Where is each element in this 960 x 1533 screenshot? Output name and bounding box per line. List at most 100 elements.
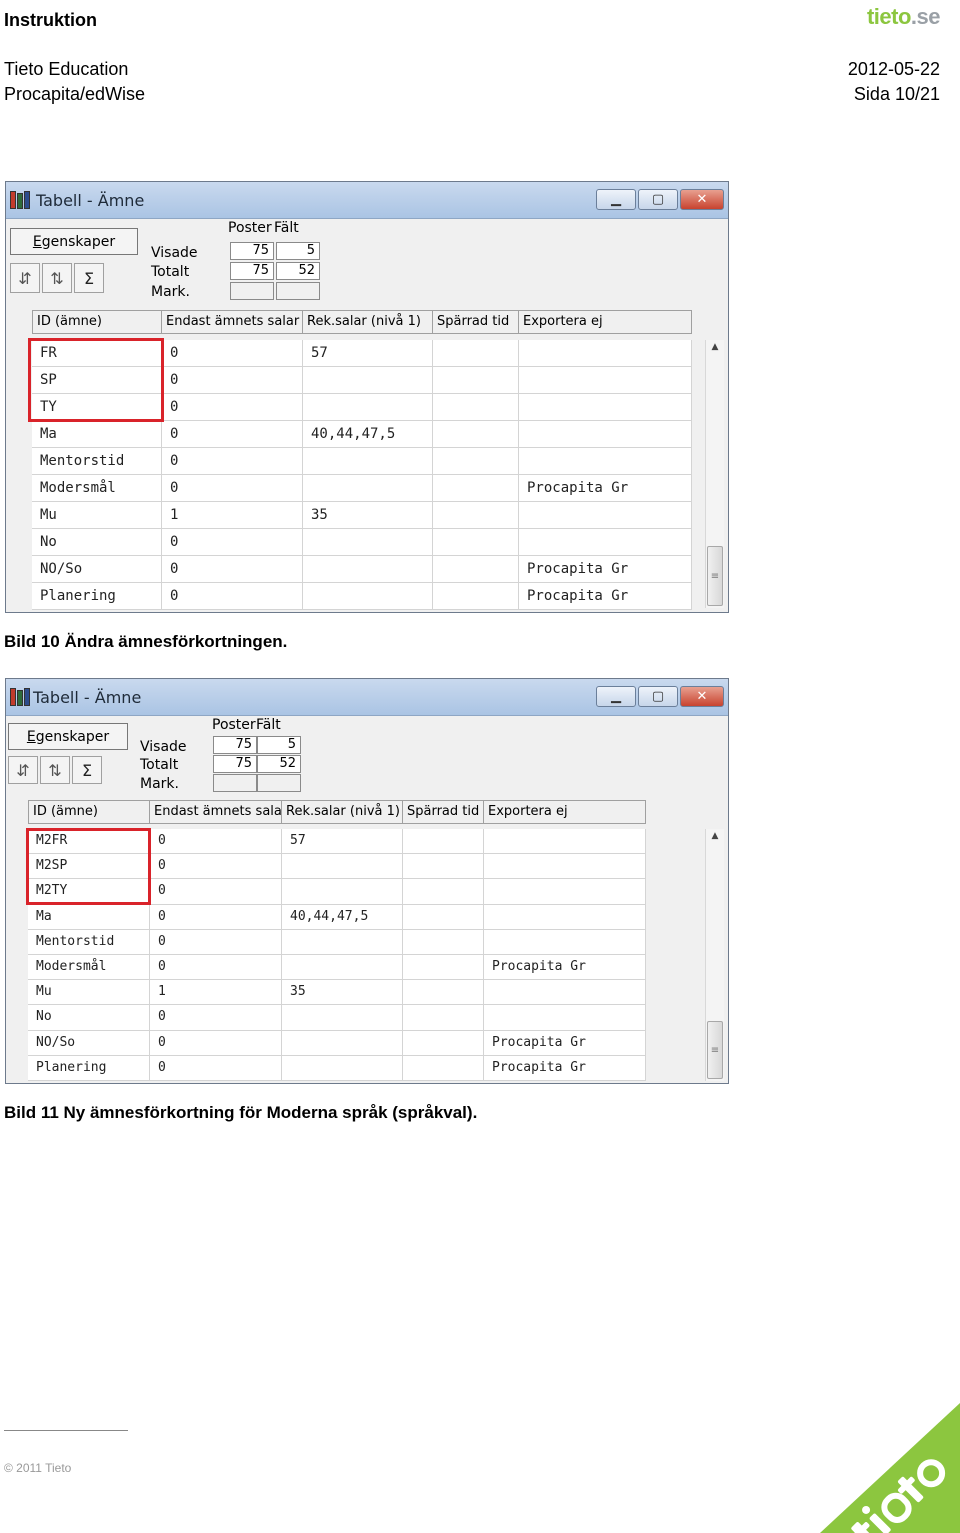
cell-id[interactable]: NO/So xyxy=(32,556,162,583)
cell-reksalar[interactable]: 35 xyxy=(303,502,433,529)
cell-endast[interactable]: 0 xyxy=(150,1055,282,1081)
cell-endast[interactable]: 0 xyxy=(162,421,303,448)
close-icon[interactable]: ✕ xyxy=(680,686,724,707)
cell-endast[interactable]: 0 xyxy=(162,448,303,475)
cell-endast[interactable]: 0 xyxy=(162,529,303,556)
cell-endast[interactable]: 0 xyxy=(150,954,282,981)
table-row[interactable]: Mu 1 35 xyxy=(28,980,646,1006)
minimize-icon[interactable]: ▁ xyxy=(596,686,636,707)
table-row[interactable]: Mentorstid 0 xyxy=(28,929,646,955)
minimize-icon[interactable]: ▁ xyxy=(596,189,636,210)
cell-reksalar[interactable]: 40,44,47,5 xyxy=(303,421,433,448)
cell-sparrad[interactable] xyxy=(403,904,484,930)
cell-reksalar[interactable] xyxy=(303,583,433,610)
cell-exportera[interactable] xyxy=(484,1005,646,1031)
sort-icon[interactable]: ⇵ xyxy=(8,756,38,784)
cell-sparrad[interactable] xyxy=(433,448,519,475)
close-icon[interactable]: ✕ xyxy=(680,189,724,210)
title-bar[interactable]: Tabell - Ämne ▁ ▢ ✕ xyxy=(6,182,728,219)
vertical-scrollbar[interactable]: ▲ ≡ xyxy=(705,340,724,608)
cell-id[interactable]: Mu xyxy=(28,980,150,1006)
table-row[interactable]: No 0 xyxy=(28,1005,646,1031)
column-header-id[interactable]: ID (ämne) xyxy=(28,800,150,824)
cell-exportera[interactable]: Procapita Gr xyxy=(484,1030,646,1056)
cell-sparrad[interactable] xyxy=(433,475,519,502)
column-header-endast[interactable]: Endast ämnets salar xyxy=(150,800,282,824)
cell-id[interactable]: Modersmål xyxy=(32,475,162,502)
cell-exportera[interactable] xyxy=(519,340,692,367)
column-header-reksalar[interactable]: Rek.salar (nivå 1) xyxy=(303,310,433,334)
cell-reksalar[interactable]: 35 xyxy=(282,980,403,1006)
cell-sparrad[interactable] xyxy=(433,583,519,610)
scroll-up-icon[interactable]: ▲ xyxy=(706,831,724,841)
column-header-exportera[interactable]: Exportera ej xyxy=(519,310,692,334)
cell-id[interactable]: Ma xyxy=(32,421,162,448)
cell-reksalar[interactable] xyxy=(303,475,433,502)
column-header-reksalar[interactable]: Rek.salar (nivå 1) xyxy=(282,800,403,824)
cell-exportera[interactable] xyxy=(519,394,692,421)
cell-reksalar[interactable] xyxy=(303,394,433,421)
column-header-exportera[interactable]: Exportera ej xyxy=(484,800,646,824)
properties-button[interactable]: Egenskaper xyxy=(10,228,138,255)
table-row[interactable]: NO/So 0 Procapita Gr xyxy=(28,1030,646,1056)
scroll-up-icon[interactable]: ▲ xyxy=(706,342,724,352)
cell-endast[interactable]: 0 xyxy=(150,1005,282,1031)
sum-icon[interactable]: Σ xyxy=(72,756,102,784)
cell-exportera[interactable]: Procapita Gr xyxy=(519,583,692,610)
cell-endast[interactable]: 0 xyxy=(162,583,303,610)
cell-id[interactable]: No xyxy=(28,1005,150,1031)
cell-exportera[interactable] xyxy=(519,502,692,529)
cell-exportera[interactable]: Procapita Gr xyxy=(484,954,646,981)
cell-sparrad[interactable] xyxy=(403,854,484,880)
cell-endast[interactable]: 0 xyxy=(162,367,303,394)
cell-reksalar[interactable] xyxy=(303,367,433,394)
cell-endast[interactable]: 1 xyxy=(150,980,282,1006)
cell-reksalar[interactable] xyxy=(282,1005,403,1031)
cell-sparrad[interactable] xyxy=(403,954,484,981)
cell-exportera[interactable] xyxy=(484,929,646,955)
cell-reksalar[interactable]: 40,44,47,5 xyxy=(282,904,403,930)
table-row[interactable]: Planering 0 Procapita Gr xyxy=(32,583,692,610)
cell-sparrad[interactable] xyxy=(433,367,519,394)
cell-exportera[interactable]: Procapita Gr xyxy=(484,1055,646,1081)
cell-exportera[interactable] xyxy=(519,421,692,448)
cell-reksalar[interactable]: 57 xyxy=(303,340,433,367)
cell-reksalar[interactable] xyxy=(282,1030,403,1056)
column-header-sparrad[interactable]: Spärrad tid xyxy=(433,310,519,334)
sort-az-icon[interactable]: ⇅ xyxy=(40,756,70,784)
cell-sparrad[interactable] xyxy=(433,394,519,421)
cell-id[interactable]: Mentorstid xyxy=(32,448,162,475)
cell-endast[interactable]: 0 xyxy=(150,829,282,855)
column-header-id[interactable]: ID (ämne) xyxy=(32,310,162,334)
cell-id[interactable]: Mu xyxy=(32,502,162,529)
cell-reksalar[interactable] xyxy=(282,879,403,905)
scroll-thumb[interactable]: ≡ xyxy=(707,1021,723,1079)
cell-endast[interactable]: 1 xyxy=(162,502,303,529)
cell-reksalar[interactable] xyxy=(282,1055,403,1081)
sort-az-icon[interactable]: ⇅ xyxy=(42,263,72,293)
table-row[interactable]: Planering 0 Procapita Gr xyxy=(28,1055,646,1081)
cell-endast[interactable]: 0 xyxy=(150,904,282,930)
cell-reksalar[interactable] xyxy=(282,929,403,955)
cell-exportera[interactable] xyxy=(519,448,692,475)
cell-id[interactable]: Planering xyxy=(28,1055,150,1081)
table-row[interactable]: No 0 xyxy=(32,529,692,556)
cell-endast[interactable]: 0 xyxy=(162,340,303,367)
cell-endast[interactable]: 0 xyxy=(150,879,282,905)
cell-id[interactable]: NO/So xyxy=(28,1030,150,1056)
maximize-icon[interactable]: ▢ xyxy=(638,686,678,707)
cell-reksalar[interactable] xyxy=(282,954,403,981)
cell-sparrad[interactable] xyxy=(403,1030,484,1056)
table-row[interactable]: NO/So 0 Procapita Gr xyxy=(32,556,692,583)
cell-reksalar[interactable] xyxy=(282,854,403,880)
cell-endast[interactable]: 0 xyxy=(162,394,303,421)
cell-exportera[interactable]: Procapita Gr xyxy=(519,556,692,583)
cell-endast[interactable]: 0 xyxy=(162,556,303,583)
cell-id[interactable]: Modersmål xyxy=(28,954,150,981)
scroll-thumb[interactable]: ≡ xyxy=(707,546,723,606)
cell-endast[interactable]: 0 xyxy=(150,929,282,955)
cell-reksalar[interactable] xyxy=(303,556,433,583)
title-bar[interactable]: Tabell - Ämne ▁ ▢ ✕ xyxy=(6,679,728,716)
cell-sparrad[interactable] xyxy=(433,556,519,583)
cell-sparrad[interactable] xyxy=(403,829,484,855)
